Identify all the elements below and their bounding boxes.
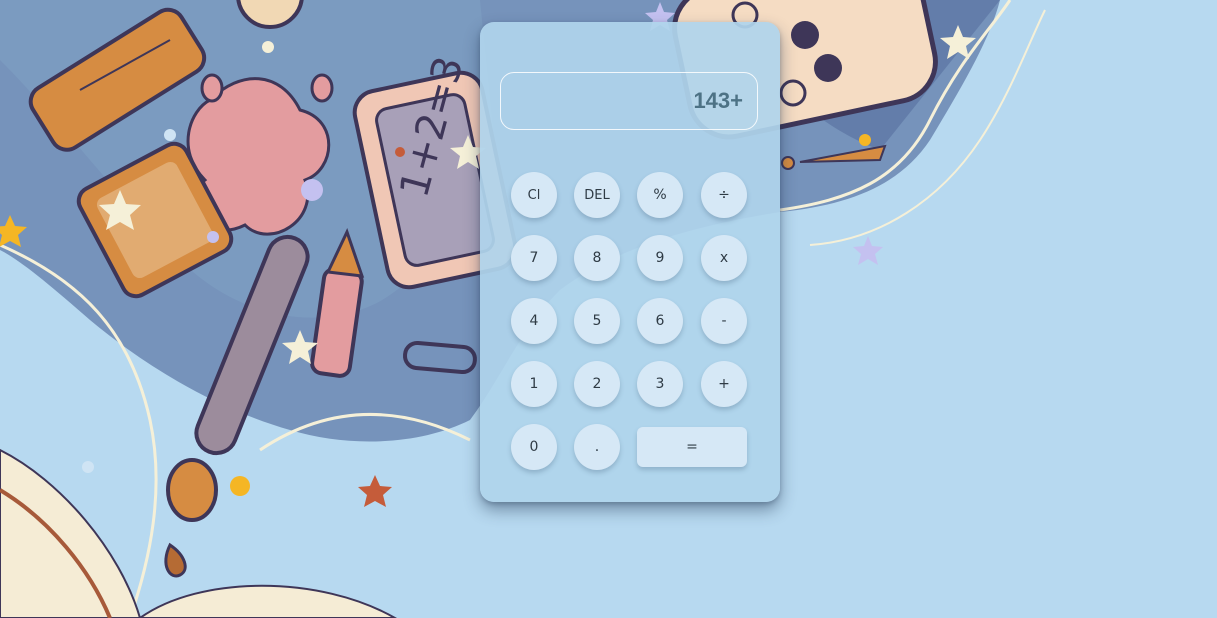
equals-button[interactable]: = [637, 427, 747, 467]
four-button[interactable]: 4 [511, 298, 557, 344]
seven-button[interactable]: 7 [511, 235, 557, 281]
six-button[interactable]: 6 [637, 298, 683, 344]
clear-button[interactable]: Cl [511, 172, 557, 218]
decimal-button[interactable]: . [574, 424, 620, 470]
five-button[interactable]: 5 [574, 298, 620, 344]
plus-button[interactable]: + [701, 361, 747, 407]
one-button[interactable]: 1 [511, 361, 557, 407]
nine-button[interactable]: 9 [637, 235, 683, 281]
three-button[interactable]: 3 [637, 361, 683, 407]
calculator-display: 143+ [500, 72, 758, 130]
zero-button[interactable]: 0 [511, 424, 557, 470]
divide-button[interactable]: ÷ [701, 172, 747, 218]
multiply-button[interactable]: x [701, 235, 747, 281]
two-button[interactable]: 2 [574, 361, 620, 407]
delete-button[interactable]: DEL [574, 172, 620, 218]
eight-button[interactable]: 8 [574, 235, 620, 281]
display-value: 143+ [693, 88, 743, 113]
calculator: 143+ Cl DEL % ÷ 7 8 9 x 4 5 6 - 1 2 3 + … [480, 22, 780, 502]
percent-button[interactable]: % [637, 172, 683, 218]
minus-button[interactable]: - [701, 298, 747, 344]
